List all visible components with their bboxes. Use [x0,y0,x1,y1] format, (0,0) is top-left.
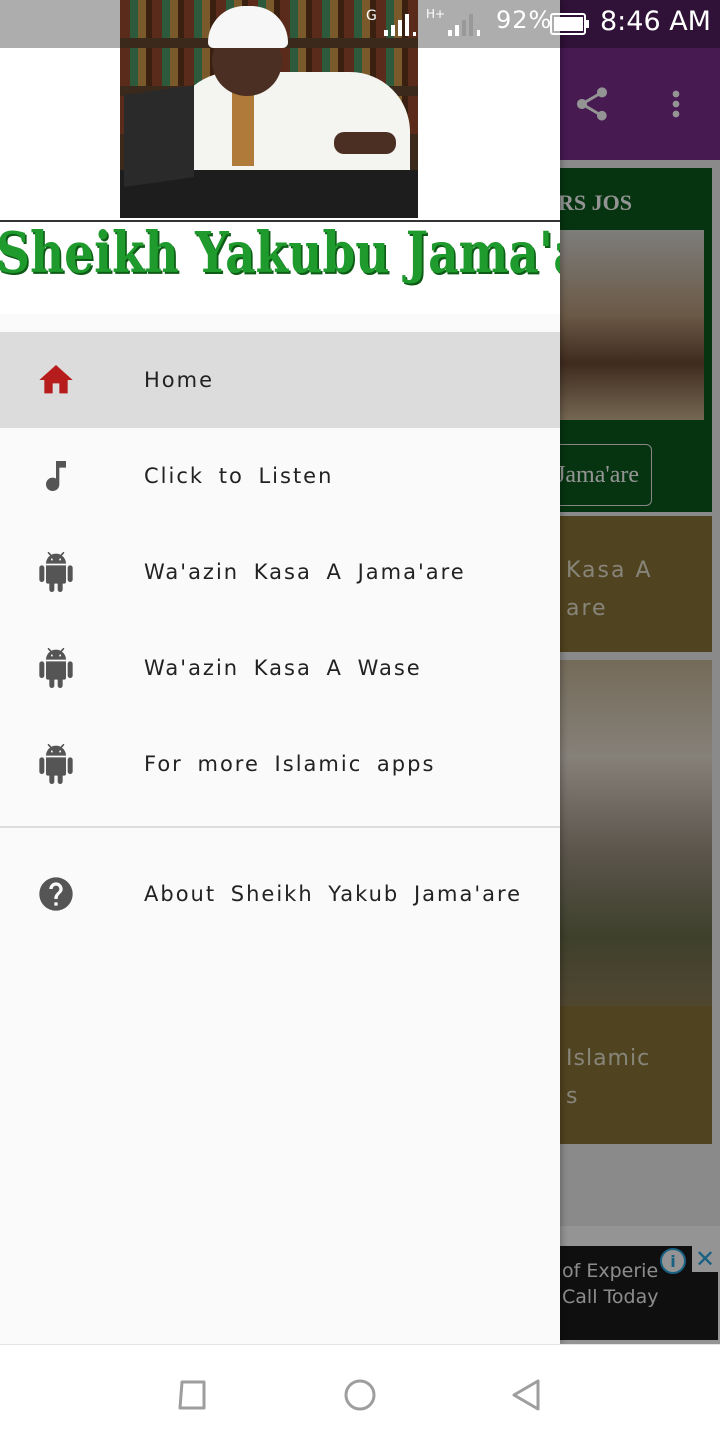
screen: RS JOS Jama'are Kasa A are Islamic s of … [0,0,720,1440]
android-icon [36,552,76,592]
navigation-drawer: Sheikh Yakubu Jama'are Home Click to Lis… [0,0,560,1344]
network-type-label: H+ [426,7,446,21]
system-nav-bar [0,1344,720,1440]
menu-item-label: Wa'azin Kasa A Jama'are [144,560,466,584]
help-icon [36,874,76,914]
menu-divider [0,826,560,828]
menu-item-wazin-jamaare[interactable]: Wa'azin Kasa A Jama'are [0,524,560,620]
menu-item-click-to-listen[interactable]: Click to Listen [0,428,560,524]
robe [172,72,410,180]
back-icon[interactable] [506,1375,546,1415]
status-bar: G H+ 92% 8:46 AM [0,0,720,48]
menu-item-more-islamic-apps[interactable]: For more Islamic apps [0,716,560,812]
recents-icon[interactable] [172,1375,212,1415]
music-note-icon [36,456,76,496]
menu-item-wazin-wase[interactable]: Wa'azin Kasa A Wase [0,620,560,716]
menu-item-label: Click to Listen [144,464,334,488]
menu-item-label: Wa'azin Kasa A Wase [144,656,422,680]
laptop [124,85,194,187]
signal-icon [448,14,480,36]
menu-item-label: About Sheikh Yakub Jama'are [144,882,523,906]
menu-item-label: For more Islamic apps [144,752,436,776]
android-icon [36,744,76,784]
network-type-label: G [366,8,377,24]
menu-item-about[interactable]: About Sheikh Yakub Jama'are [0,846,560,942]
status-bar-tint [0,0,120,48]
menu-item-home[interactable]: Home [0,332,560,428]
signal-icon [384,14,416,36]
drawer-banner-title: Sheikh Yakubu Jama'are [0,220,560,286]
home-circle-icon[interactable] [340,1375,380,1415]
clock: 8:46 AM [600,6,711,37]
battery-percent: 92% [496,6,553,34]
hand [334,132,396,154]
menu-item-label: Home [144,368,215,392]
home-icon [36,360,76,400]
drawer-menu: Home Click to Listen Wa'azin Kasa A Jama… [0,332,560,812]
android-icon [36,648,76,688]
battery-icon [550,13,589,35]
